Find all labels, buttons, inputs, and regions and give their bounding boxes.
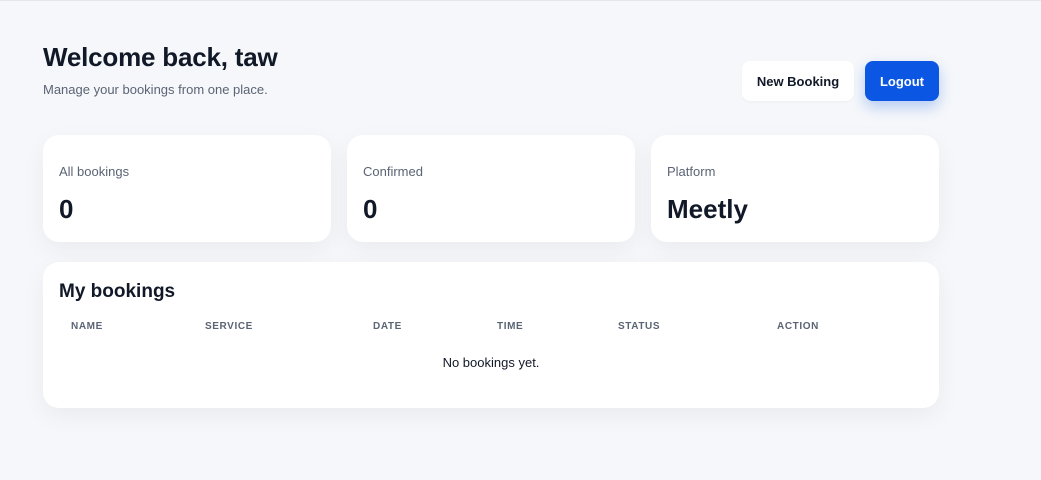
column-header-status: STATUS <box>618 321 661 332</box>
page-title: Welcome back, taw <box>43 42 278 72</box>
column-header-action: ACTION <box>777 321 819 332</box>
top-divider <box>0 0 1041 1</box>
column-header-date: DATE <box>373 321 402 332</box>
stat-label: Platform <box>667 164 716 179</box>
stat-card-confirmed: Confirmed 0 <box>347 135 635 242</box>
stat-value: 0 <box>59 194 74 224</box>
stat-card-all-bookings: All bookings 0 <box>43 135 331 242</box>
column-header-service: SERVICE <box>205 321 253 332</box>
new-booking-button[interactable]: New Booking <box>742 61 854 101</box>
stat-label: Confirmed <box>363 164 423 179</box>
stat-card-platform: Platform Meetly <box>651 135 939 242</box>
stat-value: 0 <box>363 194 378 224</box>
column-header-time: TIME <box>497 321 524 332</box>
column-header-name: NAME <box>71 321 103 332</box>
logout-button[interactable]: Logout <box>865 61 939 101</box>
stat-label: All bookings <box>59 164 130 179</box>
empty-state-message: No bookings yet. <box>442 355 540 370</box>
page-header: Welcome back, taw Manage your bookings f… <box>43 40 939 110</box>
bookings-panel: My bookings NAME SERVICE DATE TIME STATU… <box>43 262 939 408</box>
page-subtitle: Manage your bookings from one place. <box>43 82 268 97</box>
stat-value: Meetly <box>667 194 748 224</box>
bookings-title: My bookings <box>59 281 176 302</box>
